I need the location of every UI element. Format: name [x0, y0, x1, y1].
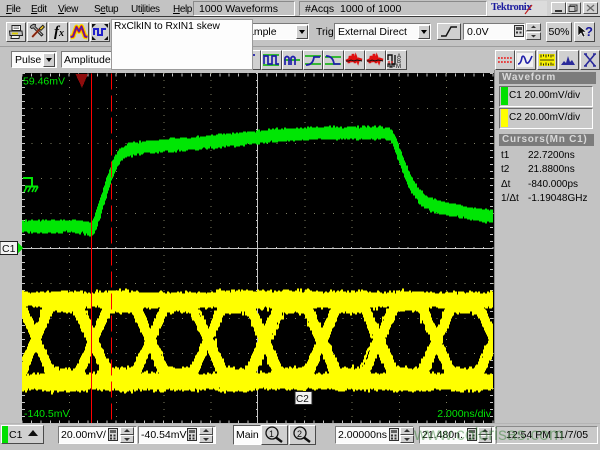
svg-text:-140.5mV: -140.5mV	[24, 408, 70, 420]
svg-text:2.000ns/div: 2.000ns/div	[437, 408, 491, 420]
svg-text:2: 2	[297, 429, 302, 439]
svg-text:C1: C1	[2, 243, 16, 255]
svg-text:59.46mV: 59.46mV	[23, 76, 65, 88]
svg-text:C2: C2	[296, 394, 309, 405]
svg-text:1: 1	[269, 429, 274, 439]
